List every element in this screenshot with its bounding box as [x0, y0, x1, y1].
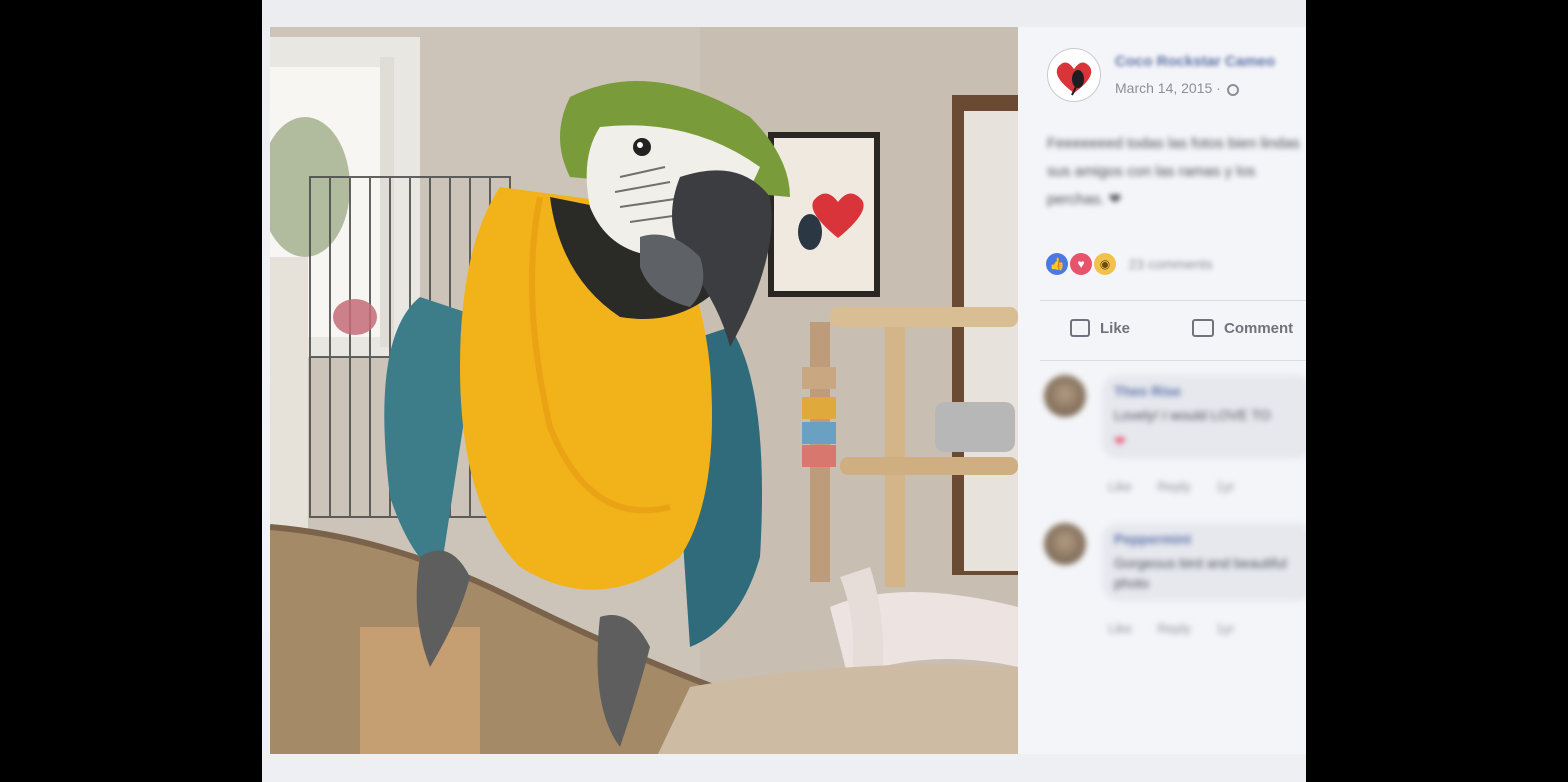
- heart-bird-logo-icon: [1056, 62, 1092, 96]
- comment-text: Gorgeous bird and beautiful photo: [1114, 555, 1287, 591]
- divider: [1040, 300, 1306, 301]
- comment-bubble: Peppermint Gorgeous bird and beautiful p…: [1102, 523, 1306, 601]
- comment-bubble: Theo Rise Lovely! I would LOVE TO ❤: [1102, 375, 1306, 459]
- like-label: Like: [1100, 319, 1131, 337]
- macaw-photo-illustration: [270, 27, 1018, 754]
- post-date[interactable]: March 14, 2015 ·: [1115, 80, 1239, 96]
- divider: [1040, 360, 1306, 361]
- reaction-count[interactable]: 23 comments: [1128, 256, 1212, 272]
- page-avatar[interactable]: [1047, 48, 1101, 102]
- like-button[interactable]: Like: [1070, 319, 1130, 337]
- globe-icon: [1226, 84, 1239, 96]
- speech-bubble-icon: [1192, 319, 1214, 337]
- reaction-summary[interactable]: 👍 ♥ ◉ 23 comments: [1046, 253, 1213, 279]
- like-icon: 👍: [1046, 253, 1068, 275]
- thumbs-up-icon: [1070, 319, 1090, 337]
- commenter-name[interactable]: Theo Rise: [1114, 383, 1300, 399]
- post-text: Feeeeeeed todas las fotos bien lindas su…: [1047, 135, 1300, 208]
- commenter-name[interactable]: Peppermint: [1114, 531, 1300, 547]
- post-date-text[interactable]: March 14, 2015 ·: [1115, 80, 1221, 96]
- comment-actions[interactable]: Like Reply 1yr: [1108, 621, 1234, 636]
- comment-button[interactable]: Comment: [1192, 319, 1293, 337]
- comment-emoji: ❤: [1114, 433, 1126, 449]
- comment-actions[interactable]: Like Reply 1yr: [1108, 479, 1234, 494]
- commenter-avatar[interactable]: [1044, 523, 1086, 565]
- love-icon: ♥: [1070, 253, 1092, 275]
- wow-icon: ◉: [1094, 253, 1116, 275]
- post-photo[interactable]: [270, 27, 1018, 754]
- post-panel: Coco Rockstar Cameo March 14, 2015 · Fee…: [1018, 27, 1306, 754]
- comment-label: Comment: [1224, 319, 1294, 337]
- commenter-avatar[interactable]: [1044, 375, 1086, 417]
- post-author-link[interactable]: Coco Rockstar Cameo: [1115, 53, 1275, 70]
- comment-text: Lovely! I would LOVE TO: [1114, 407, 1271, 423]
